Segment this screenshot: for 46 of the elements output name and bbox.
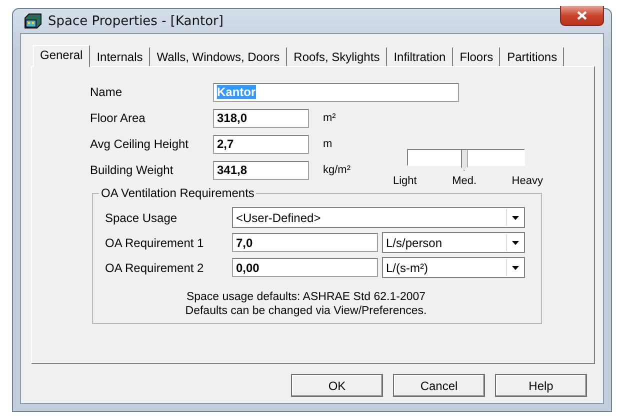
dropdown-arrow-icon bbox=[512, 240, 518, 244]
input-field[interactable]: 2,7 bbox=[213, 134, 309, 154]
unit-label: kg/m² bbox=[323, 164, 352, 176]
dropdown[interactable]: L/(s-m²) bbox=[382, 257, 525, 278]
note-text: Defaults can be changed via View/Preferences. bbox=[184, 304, 428, 318]
tab[interactable]: Roofs, Skylights bbox=[286, 47, 387, 66]
field-value: 341,8 bbox=[217, 163, 248, 177]
slider-thumb[interactable] bbox=[460, 149, 468, 171]
dialog-button[interactable]: Help bbox=[495, 374, 587, 397]
slider-label: Med. bbox=[452, 175, 477, 187]
field-label: OA Requirement 2 bbox=[105, 260, 205, 274]
dialog-button[interactable]: Cancel bbox=[393, 374, 485, 397]
dropdown-arrow-icon bbox=[512, 266, 518, 270]
field-value: 318,0 bbox=[217, 111, 248, 125]
field-label: Space Usage bbox=[105, 210, 178, 224]
slider-label: Heavy bbox=[512, 175, 543, 187]
unit-label: m bbox=[323, 138, 334, 150]
group-title: OA Ventilation Requirements bbox=[99, 186, 256, 200]
dropdown[interactable]: L/s/person bbox=[382, 232, 525, 253]
tab[interactable]: Walls, Windows, Doors bbox=[150, 47, 287, 66]
field-value: Kantor bbox=[217, 85, 256, 99]
field-label: Floor Area bbox=[90, 111, 146, 125]
note-text: Space usage defaults: ASHRAE Std 62.1-2007 bbox=[185, 290, 427, 304]
slider-label: Light bbox=[393, 175, 417, 187]
input-field[interactable]: 7,0 bbox=[232, 233, 378, 252]
input-field[interactable]: 0,00 bbox=[232, 258, 378, 277]
slider-track[interactable] bbox=[407, 149, 525, 171]
tab[interactable]: General bbox=[33, 45, 90, 67]
tab[interactable]: Floors bbox=[452, 47, 500, 66]
close-button[interactable] bbox=[560, 6, 604, 26]
field-value: 2,7 bbox=[217, 137, 234, 151]
dialog-button[interactable]: OK bbox=[291, 374, 383, 397]
field-label: Avg Ceiling Height bbox=[90, 137, 190, 151]
dropdown[interactable]: <User-Defined> bbox=[232, 207, 525, 228]
input-field[interactable]: 341,8 bbox=[213, 160, 309, 180]
unit-label: m² bbox=[323, 112, 337, 124]
dropdown-arrow-icon bbox=[512, 216, 518, 220]
window-title: Space Properties - [Kantor] bbox=[48, 14, 224, 28]
tab[interactable]: Infiltration bbox=[386, 47, 453, 66]
input-field[interactable]: 318,0 bbox=[213, 108, 309, 128]
close-icon bbox=[577, 11, 587, 20]
field-label: Building Weight bbox=[90, 163, 174, 177]
tab[interactable]: Internals bbox=[90, 47, 150, 66]
building-icon bbox=[24, 13, 42, 29]
field-label: OA Requirement 1 bbox=[105, 236, 205, 250]
field-label: Name bbox=[90, 85, 124, 99]
